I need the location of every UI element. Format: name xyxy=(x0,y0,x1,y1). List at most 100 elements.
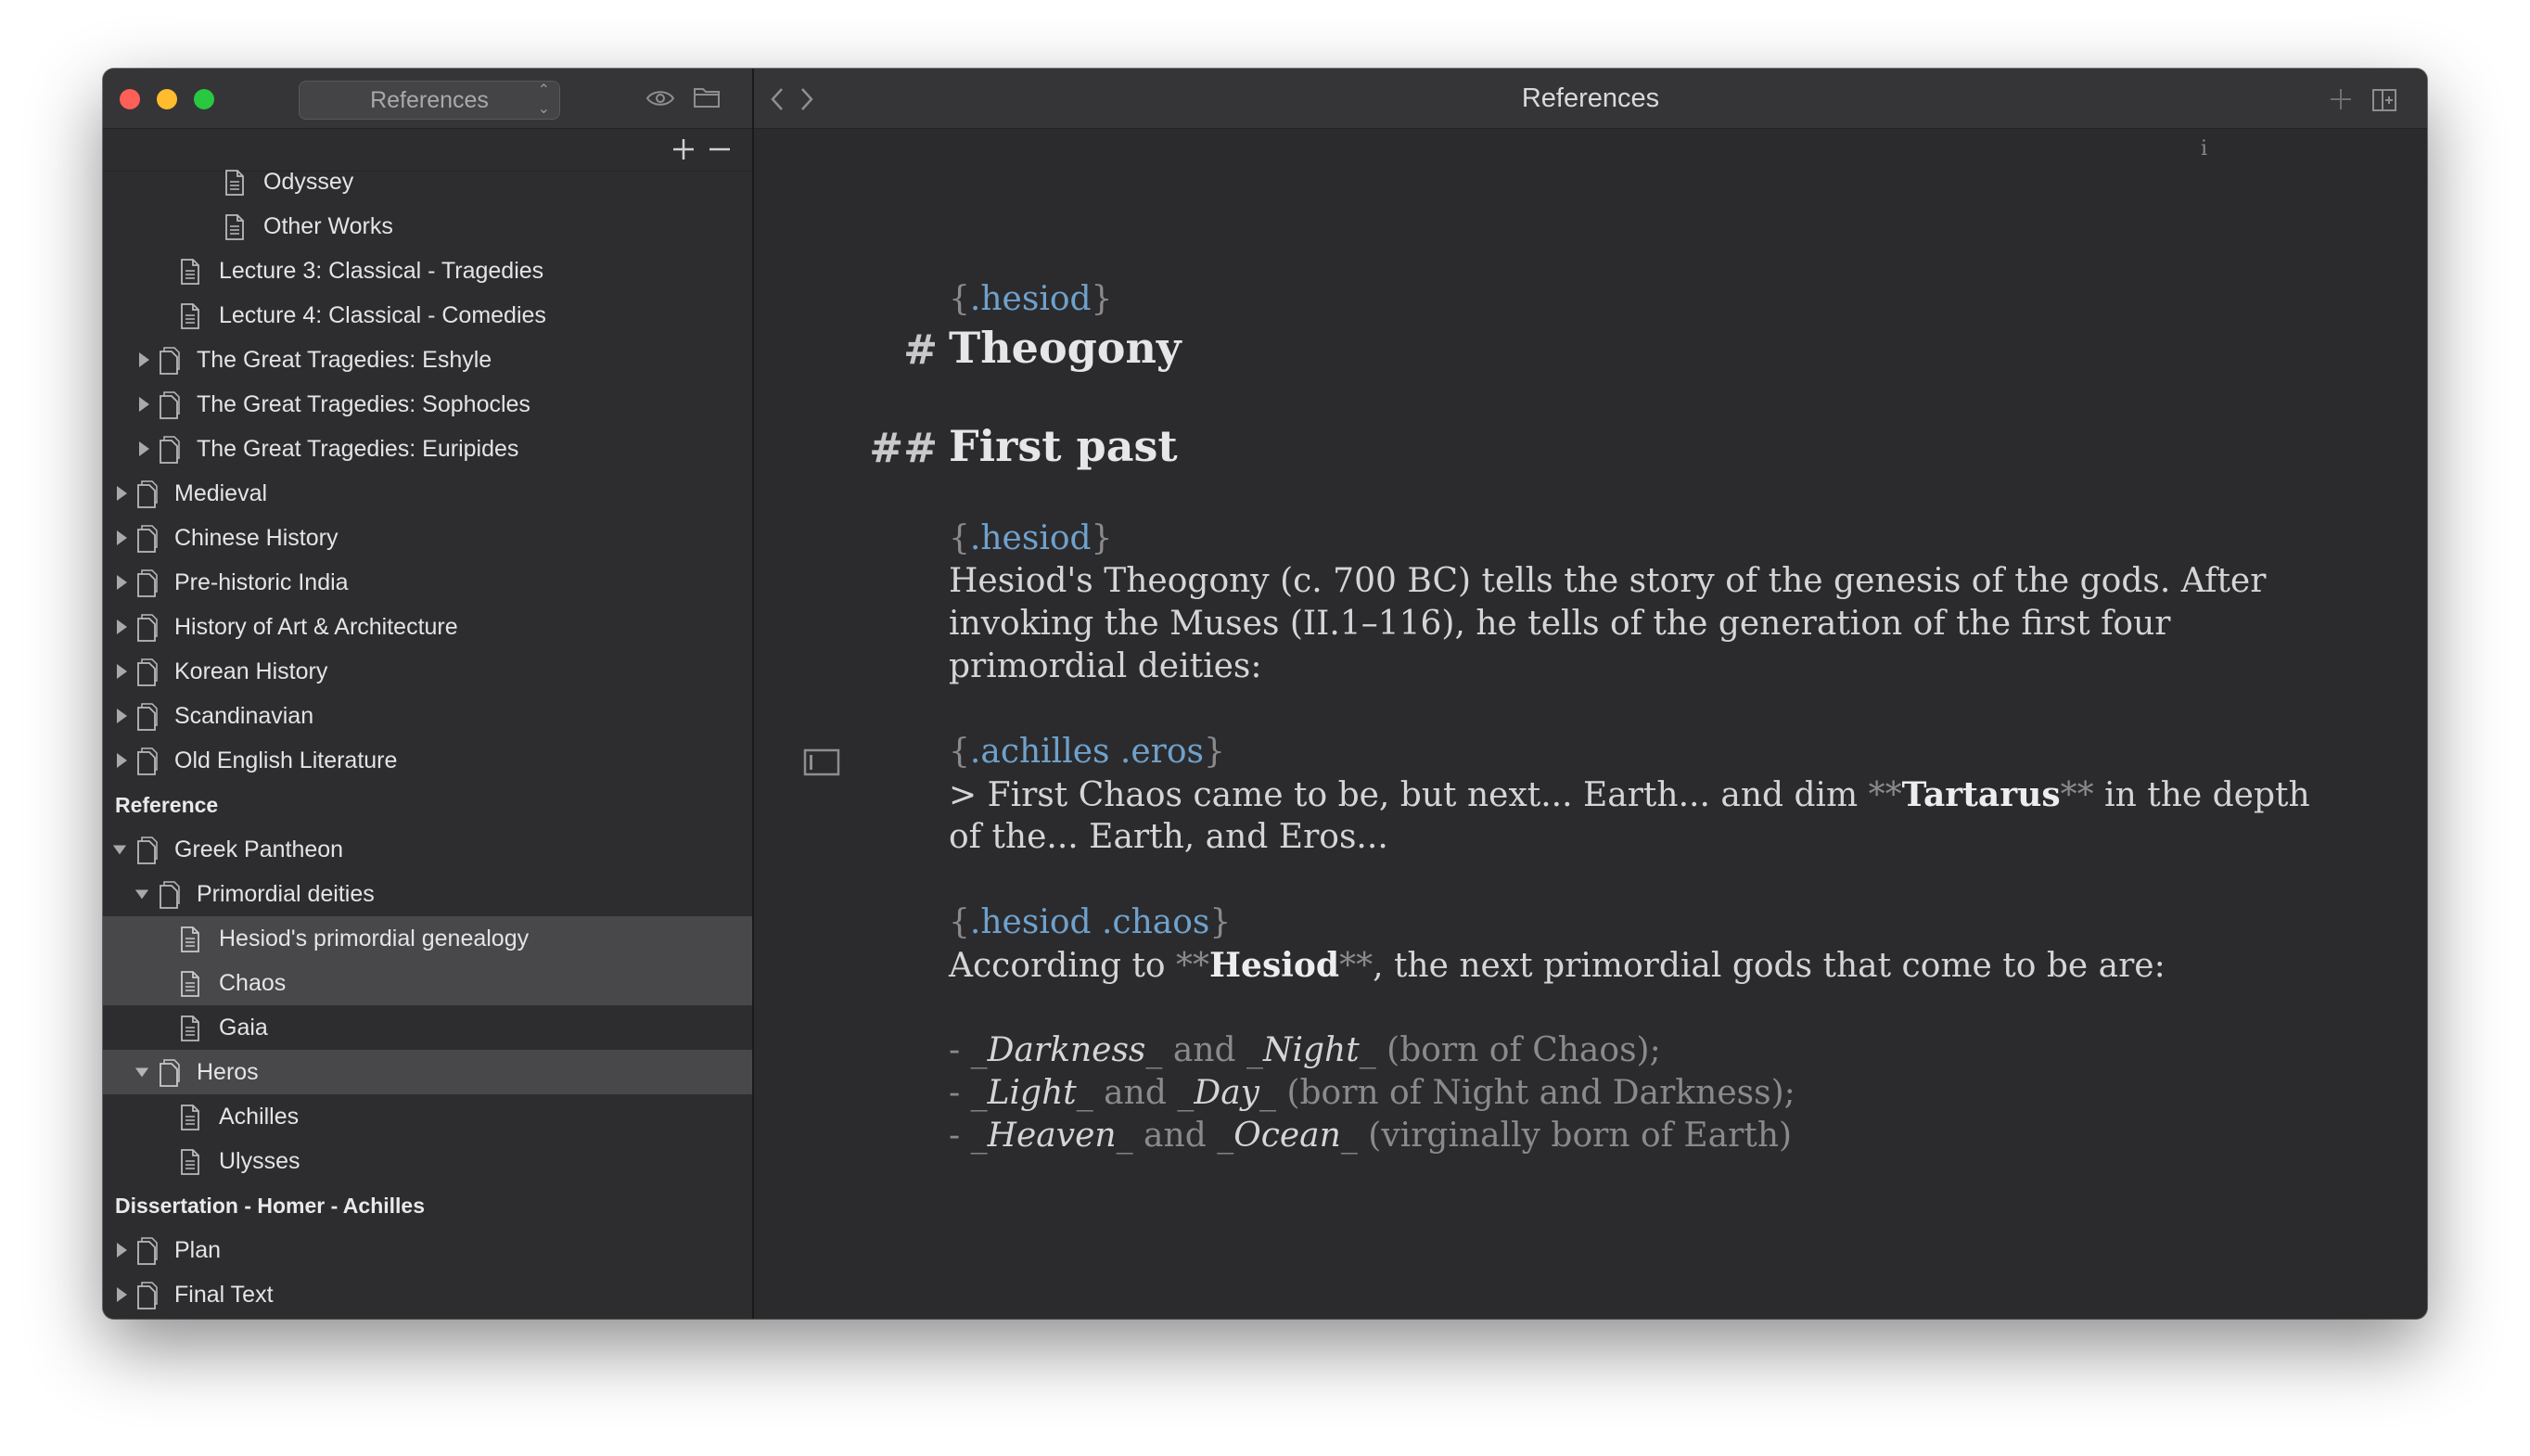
class-tag: {.achilles .eros} xyxy=(949,733,1225,771)
disclosure-triangle-icon[interactable] xyxy=(114,485,129,502)
italic-text: Darkness xyxy=(987,1031,1146,1069)
document-icon xyxy=(181,1105,199,1130)
tree-item-label: The Great Tragedies: Sophocles xyxy=(197,391,530,417)
zoom-window-button[interactable] xyxy=(194,89,214,109)
disclosure-triangle-icon[interactable] xyxy=(114,530,129,546)
italic-marker: _ xyxy=(1145,1031,1163,1069)
brace-close: } xyxy=(1204,733,1225,771)
tree-item-medieval[interactable]: Medieval xyxy=(103,471,752,516)
disclosure-triangle-icon[interactable] xyxy=(114,1242,129,1258)
disclosure-triangle-icon[interactable] xyxy=(136,351,151,368)
folder-icon[interactable] xyxy=(693,85,721,109)
tree-item-pre-historic-india[interactable]: Pre-historic India xyxy=(103,560,752,605)
brace-close: } xyxy=(1209,903,1232,941)
paragraph-line: Hesiod's Theogony (c. 700 BC) tells the … xyxy=(949,562,2267,600)
documents-icon xyxy=(160,436,180,464)
disclosure-triangle-icon[interactable] xyxy=(114,1286,129,1303)
tree-item-lecture-3[interactable]: Lecture 3: Classical - Tragedies xyxy=(103,249,752,293)
app-window: References ⌃ ⌄ Odyssey Other Works Lectu… xyxy=(103,69,2427,1319)
tree-item-label: Chinese History xyxy=(174,525,339,551)
disclosure-triangle-icon[interactable] xyxy=(114,574,129,591)
brace-open: { xyxy=(949,519,970,557)
list-text: (virginally born of Earth) xyxy=(1357,1117,1793,1155)
bold-marker: ** xyxy=(1339,947,1374,985)
disclosure-triangle-icon[interactable] xyxy=(114,663,129,680)
tree-item-ulysses[interactable]: Ulysses xyxy=(103,1139,752,1183)
documents-icon xyxy=(137,480,158,508)
tree-item-achilles[interactable]: Achilles xyxy=(103,1094,752,1139)
document-icon xyxy=(181,971,199,997)
tree-item-korean-history[interactable]: Korean History xyxy=(103,649,752,694)
close-window-button[interactable] xyxy=(120,89,140,109)
list-marker: - xyxy=(949,1031,971,1069)
library-selector[interactable]: References ⌃ ⌄ xyxy=(299,81,560,120)
italic-text: Day xyxy=(1194,1074,1259,1112)
italic-text: Night xyxy=(1263,1031,1360,1069)
remove-item-icon[interactable] xyxy=(708,137,732,161)
tree-item-label: Hesiod's primordial genealogy xyxy=(219,926,530,952)
tree-item-tragedies-eshyle[interactable]: The Great Tragedies: Eshyle xyxy=(103,338,752,382)
disclosure-triangle-icon[interactable] xyxy=(114,752,129,769)
tree-item-lecture-4[interactable]: Lecture 4: Classical - Comedies xyxy=(103,293,752,338)
tree-item-other-works[interactable]: Other Works xyxy=(103,204,752,249)
disclosure-triangle-open-icon[interactable] xyxy=(112,841,127,858)
tree-item-plan[interactable]: Plan xyxy=(103,1228,752,1272)
block-panel-icon[interactable] xyxy=(803,747,840,777)
disclosure-triangle-icon[interactable] xyxy=(136,396,151,413)
tree-item-art-architecture[interactable]: History of Art & Architecture xyxy=(103,605,752,649)
tree-item-gaia[interactable]: Gaia xyxy=(103,1005,752,1050)
tree-item-label: Achilles xyxy=(219,1104,300,1130)
class-name: .hesiod xyxy=(969,280,1092,318)
tree-item-chinese-history[interactable]: Chinese History xyxy=(103,516,752,560)
italic-marker: _ xyxy=(1177,1074,1195,1112)
disclosure-triangle-open-icon[interactable] xyxy=(134,886,149,902)
heading-1: Theogony xyxy=(949,323,1182,373)
class-tag: {.hesiod} xyxy=(949,280,1112,318)
disclosure-triangle-icon[interactable] xyxy=(114,619,129,635)
documents-icon xyxy=(160,391,180,419)
tree-item-label: Scandinavian xyxy=(174,703,314,729)
italic-marker: _ xyxy=(1116,1117,1133,1155)
toggle-panel-icon[interactable] xyxy=(2371,87,2397,113)
tree-item-greek-pantheon[interactable]: Greek Pantheon xyxy=(103,827,752,872)
tree-item-chaos[interactable]: Chaos xyxy=(103,961,752,1005)
markdown-document[interactable]: {.hesiod} # Theogony ## First past {.hes… xyxy=(754,128,2427,1319)
tree-item-final-text[interactable]: Final Text xyxy=(103,1272,752,1317)
document-icon xyxy=(181,259,199,285)
bold-marker: ** xyxy=(1176,947,1210,985)
library-selector-label: References xyxy=(370,87,489,113)
documents-icon xyxy=(137,658,158,686)
brace-close: } xyxy=(1091,280,1113,318)
tree-item-heros[interactable]: Heros xyxy=(103,1050,752,1094)
italic-marker: _ xyxy=(970,1031,988,1069)
bold-text: Tartarus xyxy=(1901,775,2061,814)
tree-item-old-english-literature[interactable]: Old English Literature xyxy=(103,738,752,783)
documents-icon xyxy=(137,525,158,553)
list-text: and xyxy=(1092,1074,1178,1112)
tree-item-tragedies-euripides[interactable]: The Great Tragedies: Euripides xyxy=(103,427,752,471)
paragraph-text: According to xyxy=(949,947,1177,985)
class-name: .hesiod .chaos xyxy=(969,903,1210,941)
class-tag: {.hesiod .chaos} xyxy=(949,903,1231,941)
tree-item-label: Other Works xyxy=(263,213,393,239)
blockquote-line: > First Chaos came to be, but next... Ea… xyxy=(949,775,2310,814)
new-document-icon[interactable] xyxy=(2329,87,2353,111)
italic-marker: _ xyxy=(970,1074,988,1112)
disclosure-triangle-open-icon[interactable] xyxy=(134,1064,149,1080)
documents-icon xyxy=(160,347,180,375)
eye-icon[interactable] xyxy=(645,87,675,109)
tree-item-label: Primordial deities xyxy=(197,881,375,907)
tree-item-primordial-deities[interactable]: Primordial deities xyxy=(103,872,752,916)
tree-item-scandinavian[interactable]: Scandinavian xyxy=(103,694,752,738)
tree-item-hesiods-genealogy[interactable]: Hesiod's primordial genealogy xyxy=(103,916,752,961)
list-text: (born of Chaos); xyxy=(1375,1031,1661,1069)
disclosure-triangle-icon[interactable] xyxy=(114,708,129,724)
brace-open: { xyxy=(949,903,970,941)
paragraph-line: primordial deities: xyxy=(949,647,1262,685)
tree-item-tragedies-sophocles[interactable]: The Great Tragedies: Sophocles xyxy=(103,382,752,427)
disclosure-triangle-icon[interactable] xyxy=(136,441,151,457)
tree-item-odyssey[interactable]: Odyssey xyxy=(103,160,752,204)
minimize-window-button[interactable] xyxy=(157,89,177,109)
add-item-icon[interactable] xyxy=(671,137,696,161)
list-item: - _Light_ and _Day_ (born of Night and D… xyxy=(949,1074,1795,1112)
